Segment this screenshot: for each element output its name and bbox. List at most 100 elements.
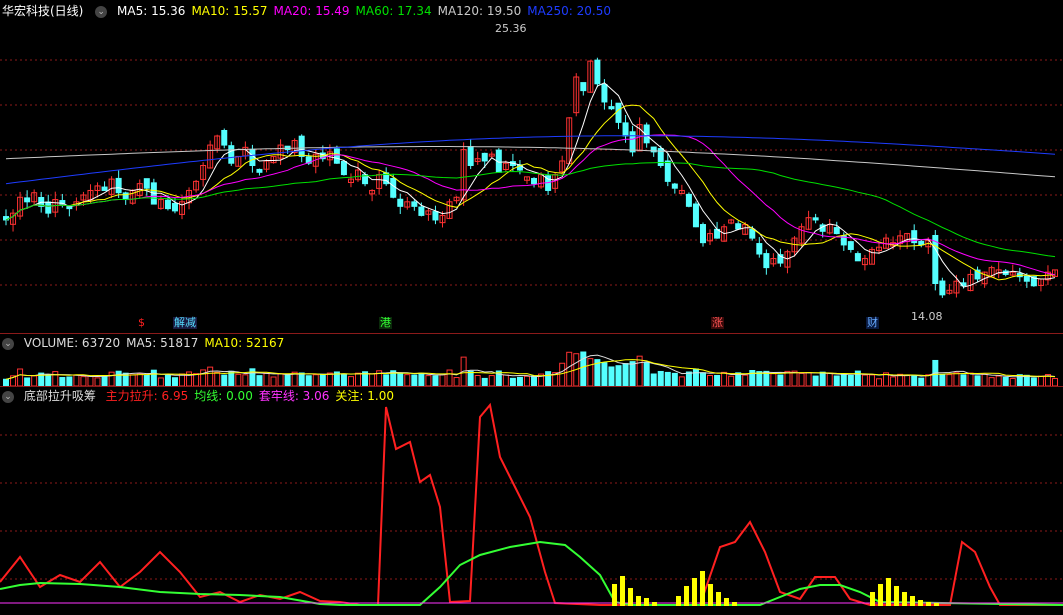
candle (256, 168, 263, 176)
volume-bar-up (721, 371, 728, 386)
candle (777, 248, 784, 267)
volume-bar-up (108, 371, 115, 386)
volume-bar-up (453, 377, 460, 386)
candle-body-down (671, 183, 678, 189)
volume-bar-down (418, 372, 425, 386)
candle (24, 190, 31, 209)
volume-bar-up (946, 374, 953, 386)
volume-pane[interactable]: ⌄ VOLUME: 63720 MA5: 51817 MA10: 52167 (0, 334, 1063, 386)
event-marker-0[interactable]: $ (137, 317, 146, 329)
candle (101, 181, 108, 191)
candle-body-down (221, 129, 228, 146)
candle (615, 102, 622, 130)
volume-legend-item-0: VOLUME: 63720 (23, 336, 121, 350)
volume-bar-down (622, 363, 629, 386)
candle (347, 173, 354, 188)
volume-bar-up (446, 369, 453, 386)
candle (664, 153, 671, 187)
candle (946, 284, 953, 295)
collapse-icon[interactable]: ⌄ (95, 5, 108, 18)
volume-bar-up (502, 374, 509, 386)
candle-body-down (854, 253, 861, 262)
candle (622, 114, 629, 143)
volume-bar-up (904, 374, 911, 386)
event-marker-1[interactable]: 解减 (173, 317, 197, 329)
candle (495, 148, 502, 173)
attention-bar (878, 584, 883, 606)
attention-bar (644, 598, 649, 606)
volume-bar-down (615, 365, 622, 386)
volume-bar-up (200, 369, 207, 386)
volume-bar-up (770, 373, 777, 386)
candle (707, 229, 714, 246)
attention-bar (700, 571, 705, 606)
candle-body-down (397, 198, 404, 207)
attention-bar (870, 592, 875, 606)
price-pane[interactable]: 华宏科技(日线) ⌄ MA5: 15.36 MA10: 15.57 MA20: 15… (0, 0, 1063, 333)
event-marker-4[interactable]: 财 (866, 317, 879, 329)
attention-bar (708, 584, 713, 606)
candle (798, 223, 805, 247)
candle (115, 170, 122, 198)
event-marker-3[interactable]: 涨 (711, 317, 724, 329)
candle (129, 189, 136, 205)
candle (263, 159, 270, 173)
volume-bar-down (657, 370, 664, 386)
candle (868, 246, 875, 265)
volume-bar-down (939, 374, 946, 386)
volume-bar-down (918, 377, 925, 386)
candle-body-down (932, 235, 939, 284)
volume-bar-up (439, 374, 446, 386)
volume-bar-down (3, 378, 9, 386)
attention-bar (934, 603, 939, 606)
event-marker-2[interactable]: 港 (379, 317, 392, 329)
indicator-legend-item-3: 关注: 1.00 (335, 389, 394, 403)
volume-bar-up (263, 372, 270, 386)
volume-bar-up (347, 376, 354, 386)
volume-bar-up (94, 377, 101, 386)
indicator-chart[interactable] (0, 387, 1063, 615)
indicator-legend-item-1: 均线: 0.00 (194, 389, 253, 403)
volume-legend-item-2: MA10: 52167 (204, 336, 285, 350)
candle (221, 128, 228, 149)
candle (770, 253, 777, 267)
candle (692, 201, 699, 228)
candle (200, 162, 207, 187)
candle (967, 269, 974, 292)
ma10-line (5, 104, 1056, 281)
volume-bar-up (474, 374, 481, 386)
volume-bar-down (777, 374, 784, 386)
attention-bar (926, 602, 931, 606)
candle (404, 196, 411, 210)
candle (763, 249, 770, 275)
volume-bar-up (587, 358, 594, 386)
indicator-pane[interactable]: ⌄ 底部拉升吸筹 主力拉升: 6.95 均线: 0.00 套牢线: 3.06 关注: … (0, 387, 1063, 615)
volume-bar-up (1052, 378, 1058, 386)
volume-bar-down (974, 375, 981, 386)
collapse-icon[interactable]: ⌄ (2, 337, 14, 350)
candle (629, 125, 636, 157)
volume-bar-down (650, 373, 657, 386)
candle (467, 139, 474, 170)
candle (699, 222, 706, 247)
collapse-icon[interactable]: ⌄ (2, 390, 14, 403)
volume-bar-down (1002, 376, 1009, 386)
candle-body-down (115, 177, 122, 194)
candlestick-chart[interactable] (0, 0, 1063, 333)
candle-body-down (432, 211, 439, 221)
candle (31, 189, 38, 206)
volume-bar-down (531, 375, 538, 386)
candle (453, 196, 460, 204)
volume-bar-down (643, 361, 650, 386)
candle-body-down (298, 135, 305, 157)
attention-bar (684, 586, 689, 606)
volume-bar-down (629, 361, 636, 386)
volume-bar-up (157, 377, 164, 386)
volume-legend-item-1: MA5: 51817 (126, 336, 199, 350)
volume-bar-down (150, 369, 157, 386)
candle (608, 99, 615, 111)
candle-body-down (601, 83, 608, 103)
ma-legend-item-4: MA120: 19.50 (437, 4, 522, 18)
candle (66, 205, 73, 217)
volume-bar-down (833, 375, 840, 386)
